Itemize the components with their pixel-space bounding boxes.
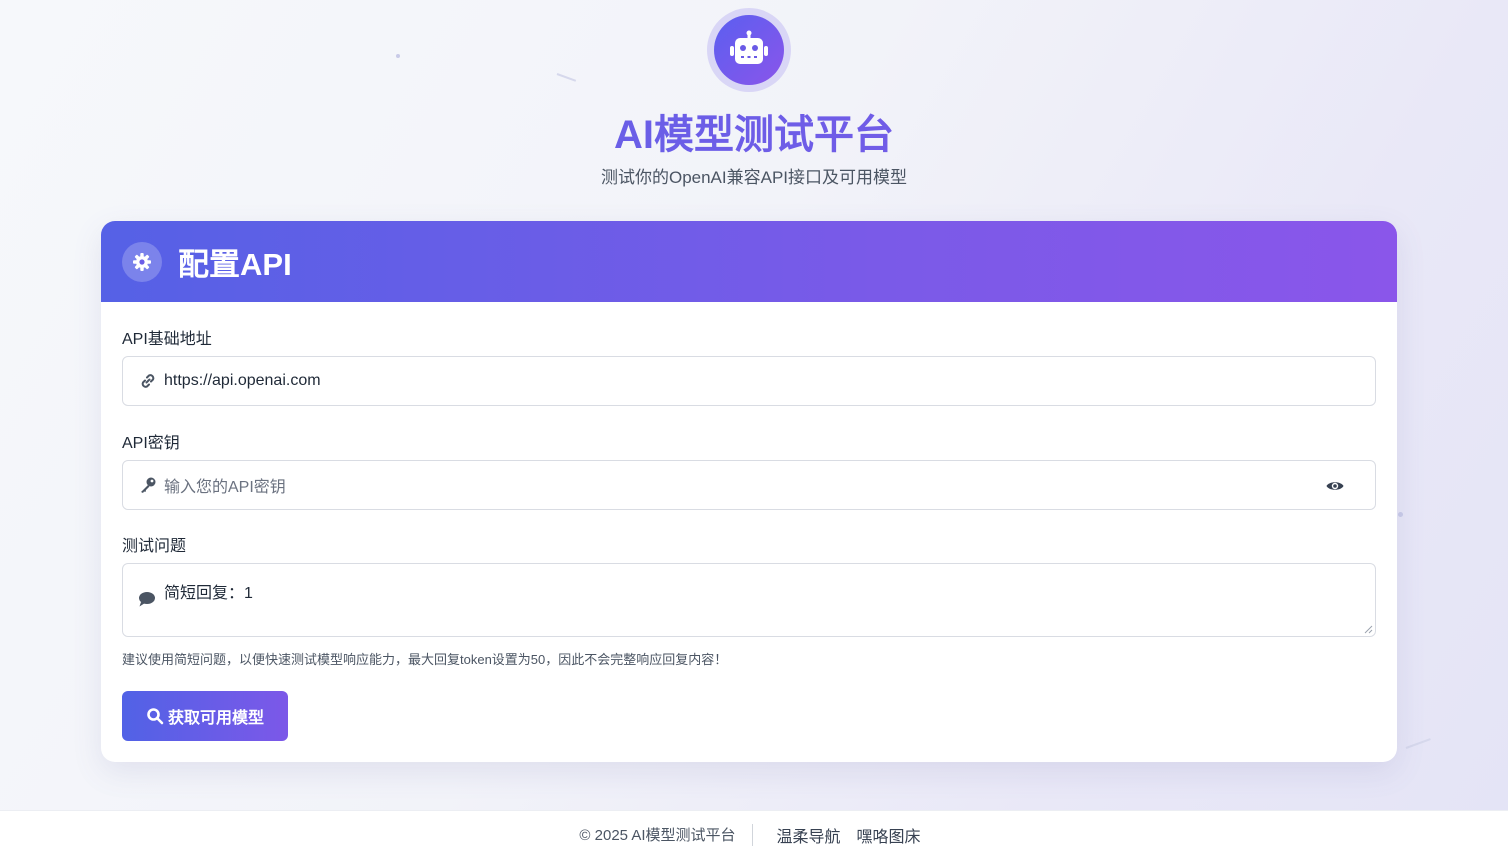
footer-copyright: © 2025 AI模型测试平台: [579, 827, 736, 844]
gear-icon: [122, 241, 162, 282]
link-icon: [138, 371, 158, 391]
footer: © 2025 AI模型测试平台 温柔导航 嘿咯图床: [0, 810, 1508, 858]
logo: [707, 8, 791, 92]
resize-handle-icon[interactable]: [1363, 624, 1373, 634]
page-subtitle: 测试你的OpenAI兼容API接口及可用模型: [600, 168, 908, 187]
base-url-value: https://api.openai.com: [164, 372, 321, 389]
background-line: [1405, 738, 1431, 749]
background-dot: [396, 54, 400, 58]
api-config-card: 配置API API基础地址 https://api.openai.com API…: [101, 221, 1397, 762]
fetch-models-button[interactable]: 获取可用模型: [122, 691, 288, 741]
robot-icon: [730, 30, 768, 64]
base-url-input[interactable]: https://api.openai.com: [122, 356, 1376, 406]
footer-link-nav[interactable]: 温柔导航: [777, 823, 841, 847]
background-line: [556, 73, 577, 82]
fetch-models-label: 获取可用模型: [167, 710, 264, 727]
api-key-label: API密钥: [122, 435, 180, 452]
search-icon: [147, 708, 164, 725]
question-label: 测试问题: [122, 538, 187, 555]
api-key-placeholder: 输入您的API密钥: [164, 479, 286, 496]
eye-icon[interactable]: [1325, 476, 1345, 496]
base-url-label: API基础地址: [122, 331, 212, 348]
background-dot: [1398, 512, 1403, 517]
api-key-input[interactable]: 输入您的API密钥: [122, 460, 1376, 510]
page-title: AI模型测试平台: [0, 102, 1508, 160]
key-icon: [138, 475, 158, 495]
footer-divider: [751, 823, 753, 846]
footer-link-imagebed[interactable]: 嘿咯图床: [857, 823, 921, 847]
question-hint: 建议使用简短问题，以便快速测试模型响应能力，最大回复token设置为50，因此不…: [122, 652, 728, 667]
question-value: 简短回复：1: [164, 585, 253, 602]
card-header: 配置API: [101, 221, 1397, 302]
comment-icon: [138, 590, 158, 610]
question-textarea[interactable]: 简短回复：1: [122, 563, 1376, 637]
card-title: 配置API: [178, 247, 292, 282]
